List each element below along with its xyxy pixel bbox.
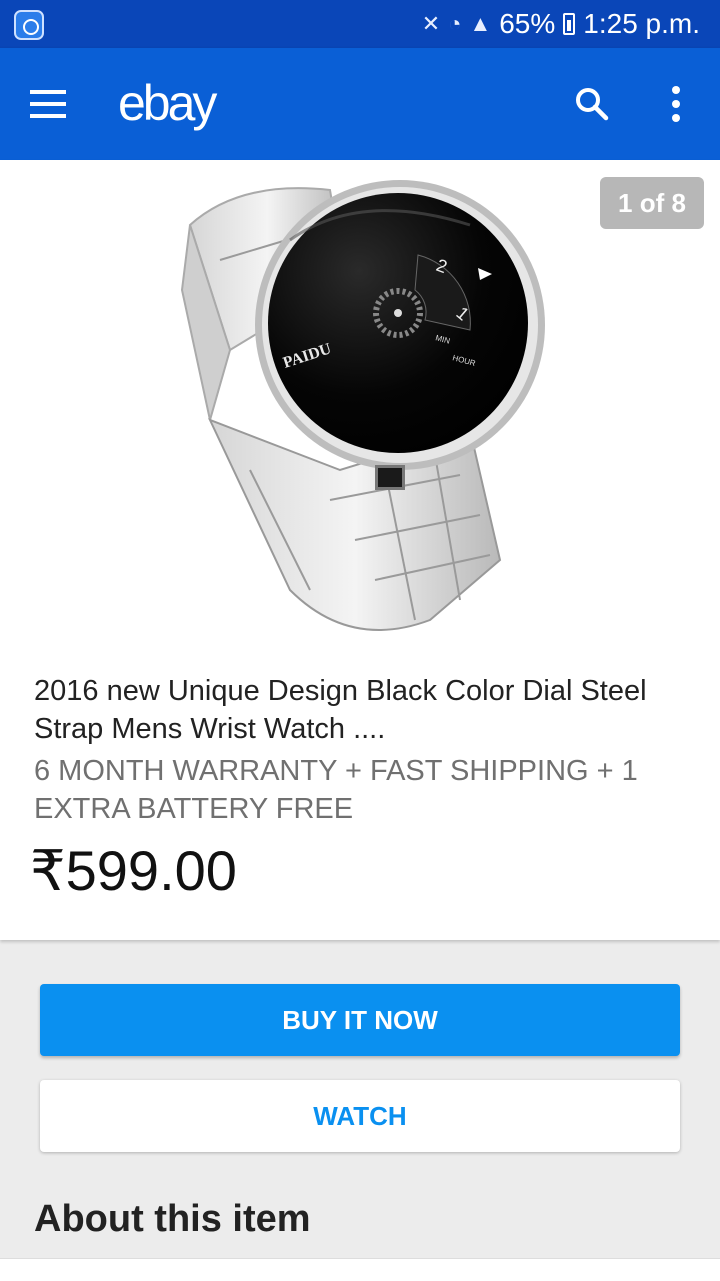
menu-icon[interactable] bbox=[30, 90, 66, 118]
listing-card: PAIDU MIN HOUR 2 1 1 of 8 2016 new Uniqu… bbox=[0, 160, 720, 940]
ebay-logo[interactable]: ebay bbox=[118, 74, 217, 132]
image-counter-badge: 1 of 8 bbox=[600, 177, 704, 229]
listing-title: 2016 new Unique Design Black Color Dial … bbox=[34, 675, 647, 745]
watch-button[interactable]: WATCH bbox=[40, 1080, 680, 1152]
about-section-card bbox=[0, 1258, 720, 1281]
more-vert-icon[interactable] bbox=[668, 86, 684, 126]
clock: 1:25 p.m. bbox=[583, 8, 700, 39]
buy-it-now-button[interactable]: BUY IT NOW bbox=[40, 984, 680, 1056]
wifi-icon: ◔ bbox=[448, 11, 462, 36]
product-image[interactable]: PAIDU MIN HOUR 2 1 bbox=[170, 170, 550, 640]
battery-charging-icon bbox=[563, 13, 576, 35]
vibrate-mute-icon: ✕ bbox=[421, 11, 441, 36]
search-icon[interactable] bbox=[572, 84, 612, 124]
price: ₹599.00 bbox=[30, 839, 237, 902]
signal-icon: ▲ bbox=[469, 11, 492, 36]
listing-subtitle: 6 MONTH WARRANTY + FAST SHIPPING + 1 EXT… bbox=[34, 755, 638, 825]
battery-percent: 65% bbox=[499, 8, 556, 39]
app-notification-icon bbox=[14, 10, 44, 40]
app-bar: ebay bbox=[0, 48, 720, 160]
status-indicators: ✕ ◔ ▲ 65% 1:25 p.m. bbox=[422, 0, 700, 48]
about-section-heading: About this item bbox=[34, 1198, 311, 1240]
status-bar: ✕ ◔ ▲ 65% 1:25 p.m. bbox=[0, 0, 720, 48]
